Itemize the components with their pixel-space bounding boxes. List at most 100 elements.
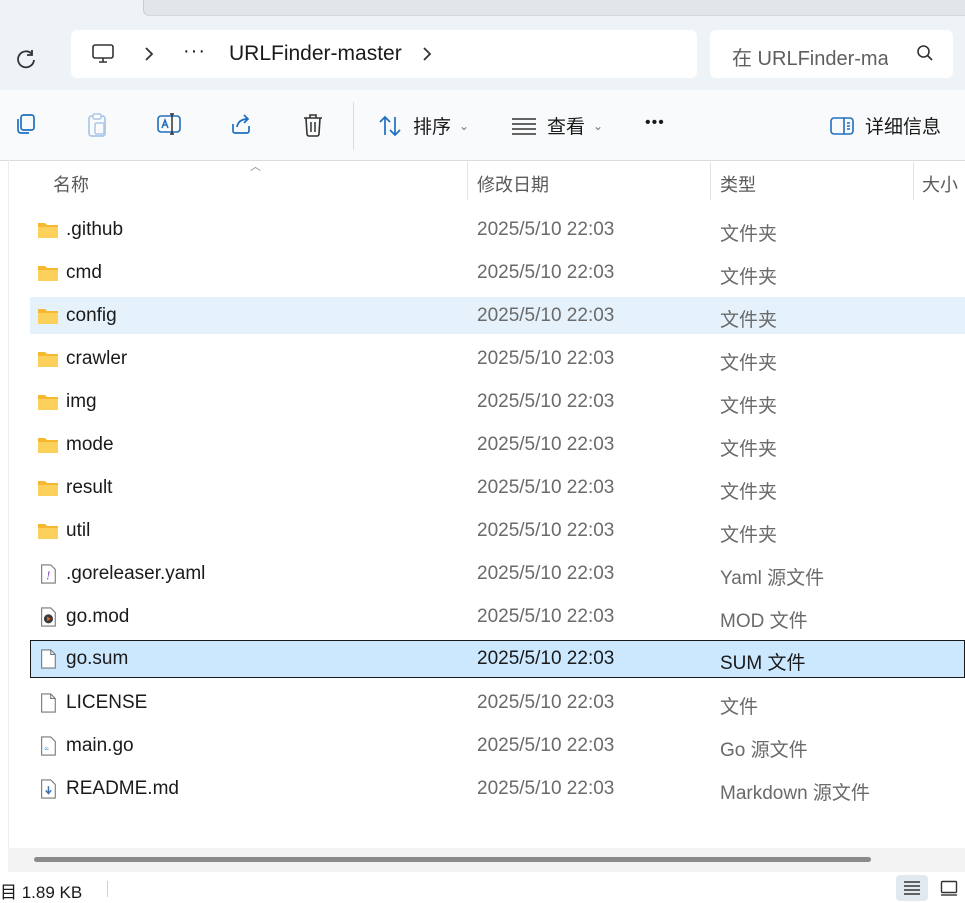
sort-label: 排序 [413, 117, 452, 138]
column-header-date[interactable]: 修改日期 [477, 171, 549, 197]
breadcrumb-current-folder[interactable]: URLFinder-master [229, 42, 402, 66]
search-input[interactable]: 在 URLFinder-master 中搜索 [732, 42, 888, 71]
file-date: 2025/5/10 22:03 [477, 391, 615, 412]
file-date: 2025/5/10 22:03 [477, 262, 615, 283]
paste-icon [88, 113, 106, 137]
details-button[interactable]: 详细信息 [829, 112, 941, 139]
delete-button[interactable] [301, 112, 325, 138]
blank-file-icon [41, 693, 56, 713]
copy-button[interactable] [14, 112, 38, 136]
breadcrumb-overflow[interactable]: ··· [183, 40, 206, 63]
chevron-down-icon: ⌄ [593, 118, 604, 133]
file-type: 文件夹 [720, 525, 778, 546]
file-name: img [66, 391, 97, 412]
file-row[interactable]: go.mod 2025/5/10 22:03 MOD 文件 [30, 598, 965, 635]
file-type: 文件夹 [720, 353, 778, 374]
file-row[interactable]: .github 2025/5/10 22:03 文件夹 [30, 211, 965, 248]
file-row-hovered[interactable]: config 2025/5/10 22:03 文件夹 [30, 297, 965, 334]
sort-button[interactable]: 排序 ⌄ [377, 112, 469, 139]
chevron-right-icon[interactable] [421, 45, 433, 63]
horizontal-scrollbar[interactable] [8, 848, 965, 872]
file-date: 2025/5/10 22:03 [477, 305, 615, 326]
search-icon[interactable] [916, 44, 934, 62]
file-type: Markdown 源文件 [720, 783, 870, 804]
details-view-icon [904, 881, 920, 895]
media-file-icon [41, 607, 56, 627]
navigation-bar: ··· URLFinder-master 在 URLFinder-master … [0, 17, 965, 90]
file-type: 文件 [720, 697, 759, 718]
folder-icon [38, 438, 58, 453]
column-header-name[interactable]: 名称 [53, 171, 89, 197]
folder-icon [38, 223, 58, 238]
column-divider[interactable] [913, 162, 914, 200]
chevron-down-icon: ⌄ [459, 118, 470, 133]
file-date: 2025/5/10 22:03 [477, 606, 615, 627]
file-date: 2025/5/10 22:03 [477, 477, 615, 498]
file-row[interactable]: util 2025/5/10 22:03 文件夹 [30, 512, 965, 549]
search-box[interactable]: 在 URLFinder-master 中搜索 [710, 30, 953, 78]
file-type: SUM 文件 [720, 653, 806, 674]
details-view-button[interactable] [896, 875, 928, 901]
file-row[interactable]: LICENSE 2025/5/10 22:03 文件 [30, 684, 965, 721]
more-icon: ••• [645, 114, 665, 131]
file-row[interactable]: img 2025/5/10 22:03 文件夹 [30, 383, 965, 420]
file-name: LICENSE [66, 692, 148, 713]
paste-button[interactable] [85, 112, 109, 138]
file-row-selected[interactable]: go.sum 2025/5/10 22:03 SUM 文件 [30, 640, 965, 678]
rename-button[interactable] [156, 112, 182, 136]
file-name: crawler [66, 348, 128, 369]
markdown-file-icon [41, 779, 56, 799]
file-row[interactable]: ∞ main.go 2025/5/10 22:03 Go 源文件 [30, 727, 965, 764]
refresh-button[interactable] [10, 43, 42, 75]
file-name: .goreleaser.yaml [66, 563, 206, 584]
file-name: main.go [66, 735, 134, 756]
file-name: go.sum [66, 648, 129, 669]
file-type: 文件夹 [720, 396, 778, 417]
file-type: 文件夹 [720, 482, 778, 503]
file-date: 2025/5/10 22:03 [477, 563, 615, 584]
column-header-type[interactable]: 类型 [720, 171, 756, 197]
refresh-icon [17, 50, 35, 69]
folder-icon [38, 395, 58, 410]
file-row[interactable]: cmd 2025/5/10 22:03 文件夹 [30, 254, 965, 291]
tab-edge [143, 0, 965, 16]
file-date: 2025/5/10 22:03 [477, 219, 615, 240]
column-divider[interactable] [467, 162, 468, 200]
chevron-right-icon[interactable] [143, 45, 155, 63]
file-row[interactable]: mode 2025/5/10 22:03 文件夹 [30, 426, 965, 463]
folder-icon [38, 266, 58, 281]
file-row[interactable]: README.md 2025/5/10 22:03 Markdown 源文件 [30, 770, 965, 807]
column-header-size[interactable]: 大小 [922, 171, 958, 197]
file-date: 2025/5/10 22:03 [477, 434, 615, 455]
file-name: config [66, 305, 117, 326]
address-bar[interactable]: ··· URLFinder-master [71, 30, 697, 78]
file-type: Go 源文件 [720, 740, 808, 761]
column-header-row: 名称 修改日期 类型 大小 [0, 160, 965, 202]
file-row[interactable]: crawler 2025/5/10 22:03 文件夹 [30, 340, 965, 377]
folder-icon [38, 352, 58, 367]
file-name: cmd [66, 262, 102, 283]
scrollbar-thumb[interactable] [34, 857, 871, 862]
file-name: result [66, 477, 113, 498]
command-bar: 排序 ⌄ 查看 ⌄ ••• 详细信息 [0, 90, 965, 161]
more-options-button[interactable]: ••• [645, 114, 665, 132]
tiles-view-button[interactable] [934, 875, 964, 901]
file-row[interactable]: result 2025/5/10 22:03 文件夹 [30, 469, 965, 506]
file-date: 2025/5/10 22:03 [477, 648, 615, 669]
file-date: 2025/5/10 22:03 [477, 692, 615, 713]
file-name: .github [66, 219, 124, 240]
copy-icon [17, 114, 35, 134]
details-pane-icon [830, 116, 854, 135]
file-name: go.mod [66, 606, 130, 627]
file-date: 2025/5/10 22:03 [477, 778, 615, 799]
file-date: 2025/5/10 22:03 [477, 348, 615, 369]
svg-text:!: ! [46, 569, 50, 582]
this-pc-icon[interactable] [91, 42, 115, 66]
column-divider[interactable] [710, 162, 711, 200]
share-button[interactable] [229, 112, 253, 136]
view-button[interactable]: 查看 ⌄ [511, 112, 603, 139]
file-name: README.md [66, 778, 179, 799]
file-row[interactable]: ! .goreleaser.yaml 2025/5/10 22:03 Yaml … [30, 555, 965, 592]
folder-icon [38, 524, 58, 539]
sort-icon [379, 115, 401, 136]
